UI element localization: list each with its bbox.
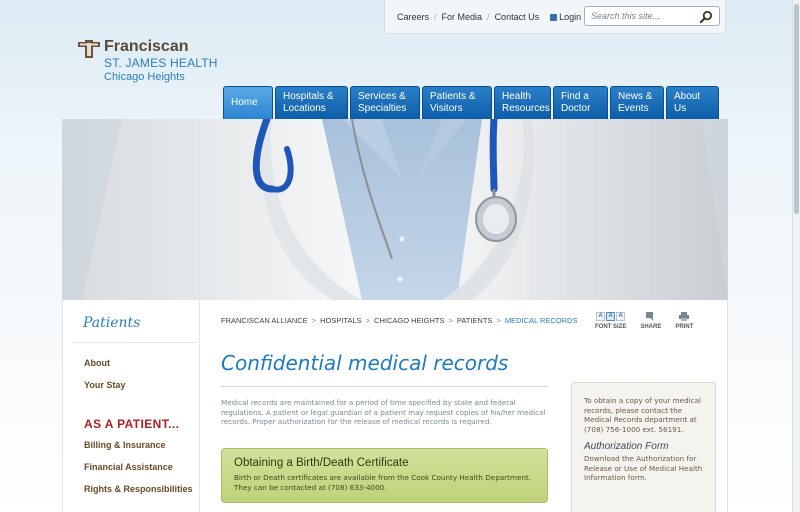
printer-icon xyxy=(679,312,690,321)
tab-find-doctor[interactable]: Find a Doctor xyxy=(553,86,608,119)
sidebar-item-your-stay[interactable]: Your Stay xyxy=(84,380,125,390)
sidebar-item-rights[interactable]: Rights & Responsibilities xyxy=(84,484,193,494)
media-link[interactable]: For Media xyxy=(442,12,483,22)
search-icon[interactable] xyxy=(700,10,713,23)
main-nav: Home Hospitals & Locations Services & Spec… xyxy=(223,86,719,119)
print-button[interactable]: PRINT xyxy=(675,312,693,330)
logo-name: Franciscan xyxy=(104,38,189,55)
search-input[interactable] xyxy=(585,11,693,21)
font-medium-button[interactable]: A xyxy=(606,312,616,321)
sidebar-divider xyxy=(73,342,197,343)
font-size-tool: A A A FONT SIZE xyxy=(595,312,626,330)
intro-paragraph: Medical records are maintained for a per… xyxy=(221,398,546,426)
sidebar-item-billing[interactable]: Billing & Insurance xyxy=(84,440,166,450)
tab-home[interactable]: Home xyxy=(223,86,273,119)
page: Careers / For Media / Contact Us Login F… xyxy=(62,0,728,512)
share-icon xyxy=(645,312,654,321)
share-button[interactable]: SHARE xyxy=(640,312,661,330)
font-size-label: FONT SIZE xyxy=(595,324,627,330)
contact-link[interactable]: Contact Us xyxy=(495,12,540,22)
login-link[interactable]: Login xyxy=(550,12,581,22)
lock-icon xyxy=(550,13,558,21)
breadcrumb-chicago-heights[interactable]: CHICAGO HEIGHTS xyxy=(374,316,444,325)
sidebar-item-about[interactable]: About xyxy=(84,358,110,368)
tab-health-resources[interactable]: Health Resources xyxy=(494,86,551,119)
breadcrumb-patients[interactable]: PATIENTS xyxy=(457,316,493,325)
logo-subtitle: ST. JAMES HEALTH xyxy=(104,56,218,70)
doctor-stethoscope-image xyxy=(62,119,728,300)
callout-text: Birth or Death certificates are availabl… xyxy=(234,473,532,492)
search-box xyxy=(584,6,720,26)
tab-news[interactable]: News & Events xyxy=(610,86,664,119)
tab-services[interactable]: Services & Specialties xyxy=(350,86,420,119)
sidebar: Patients About Your Stay AS A PATIENT...… xyxy=(63,300,200,512)
sidebar-title: Patients xyxy=(83,315,141,331)
records-contact-text: To obtain a copy of your medical records… xyxy=(584,396,702,434)
breadcrumb-franciscan-alliance[interactable]: FRANCISCAN ALLIANCE xyxy=(221,316,308,325)
content-area: Patients About Your Stay AS A PATIENT...… xyxy=(62,300,728,512)
tab-about[interactable]: About Us xyxy=(666,86,719,119)
franciscan-cross-icon xyxy=(78,40,100,58)
birth-death-callout: Obtaining a Birth/Death Certificate Birt… xyxy=(221,448,548,503)
breadcrumb: FRANCISCAN ALLIANCE > HOSPITALS > CHICAG… xyxy=(221,316,578,325)
sidebar-section-heading: AS A PATIENT... xyxy=(84,417,180,431)
authorization-form-heading[interactable]: Authorization Form xyxy=(584,442,703,452)
records-info-box: To obtain a copy of your medical records… xyxy=(571,382,716,512)
scrollbar-thumb[interactable] xyxy=(794,4,799,214)
hero-image xyxy=(62,119,728,300)
logo-location: Chicago Heights xyxy=(104,71,185,83)
utility-bar: Careers / For Media / Contact Us Login xyxy=(384,0,726,34)
authorization-form-text: Download the Authorization for Release o… xyxy=(584,453,703,483)
page-scrollbar[interactable] xyxy=(792,0,800,512)
page-title: Confidential medical records xyxy=(221,351,509,375)
title-divider xyxy=(221,386,548,387)
breadcrumb-hospitals[interactable]: HOSPITALS xyxy=(320,316,362,325)
callout-title: Obtaining a Birth/Death Certificate xyxy=(234,457,409,469)
page-tools: A A A FONT SIZE SHARE PRINT xyxy=(595,312,693,330)
font-large-button[interactable]: A xyxy=(616,312,626,321)
tab-hospitals[interactable]: Hospitals & Locations xyxy=(275,86,348,119)
careers-link[interactable]: Careers xyxy=(397,12,429,22)
sidebar-item-financial[interactable]: Financial Assistance xyxy=(84,462,173,472)
tab-patients[interactable]: Patients & Visitors xyxy=(422,86,492,119)
breadcrumb-current: MEDICAL RECORDS xyxy=(504,316,578,325)
font-small-button[interactable]: A xyxy=(596,312,606,321)
